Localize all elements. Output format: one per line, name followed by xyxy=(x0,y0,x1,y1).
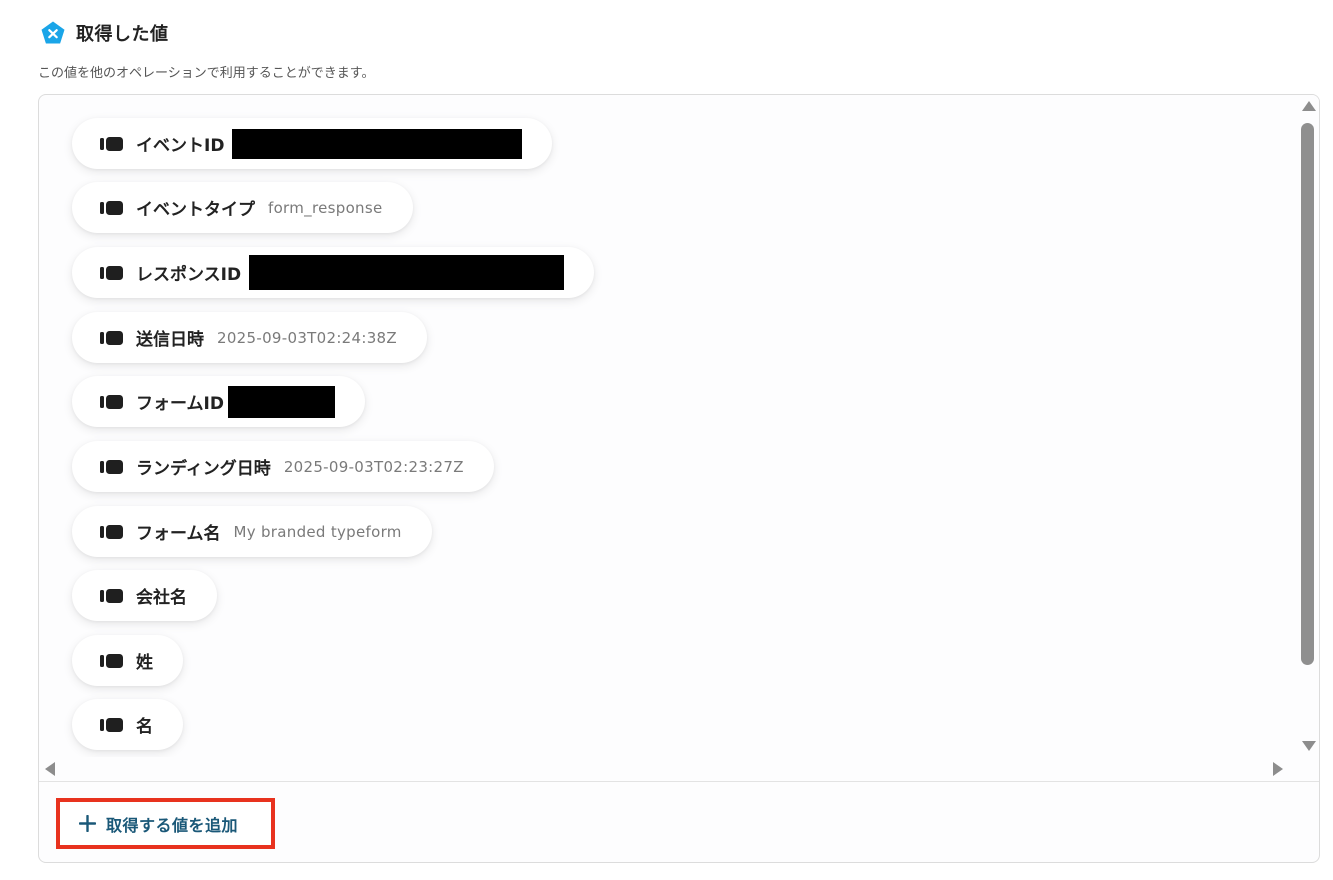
section-header: 取得した値 xyxy=(40,20,169,46)
value-pill-form-name[interactable]: フォーム名 My branded typeform xyxy=(72,506,432,557)
drag-handle-icon[interactable] xyxy=(100,459,124,475)
value-pill-response-id[interactable]: レスポンスID xyxy=(72,247,595,298)
pill-label: イベントタイプ xyxy=(136,200,255,220)
pill-value: 2025-09-03T02:23:27Z xyxy=(283,457,464,476)
scroll-right-arrow-icon[interactable] xyxy=(1273,762,1283,776)
value-pill-form-id[interactable]: フォームID xyxy=(72,376,365,427)
value-pill-company-name[interactable]: 会社名 xyxy=(72,570,217,621)
value-pill-last-name[interactable]: 姓 xyxy=(72,635,183,686)
pill-label: レスポンスID xyxy=(136,265,242,285)
pill-label: フォームID xyxy=(136,394,224,414)
values-list: イベントID イベントタイプ form_response レスポンスID 送信日… xyxy=(39,95,1297,757)
scroll-up-arrow-icon[interactable] xyxy=(1302,101,1316,111)
value-pill-submitted-at[interactable]: 送信日時 2025-09-03T02:24:38Z xyxy=(72,312,427,363)
pill-value: form_response xyxy=(268,198,383,217)
redacted-value xyxy=(227,385,335,418)
add-value-button[interactable]: 取得する値を追加 xyxy=(56,798,275,849)
drag-handle-icon[interactable] xyxy=(100,200,124,216)
scroll-down-arrow-icon[interactable] xyxy=(1302,741,1316,751)
scroll-left-arrow-icon[interactable] xyxy=(45,762,55,776)
pill-label: 会社名 xyxy=(136,588,187,608)
footer-divider xyxy=(39,781,1319,782)
brand-icon xyxy=(41,21,65,44)
drag-handle-icon[interactable] xyxy=(100,717,124,733)
redacted-value xyxy=(232,128,523,159)
drag-handle-icon[interactable] xyxy=(100,136,124,152)
pill-label: 名 xyxy=(136,717,153,737)
vertical-scrollbar[interactable] xyxy=(1297,95,1319,757)
value-pill-first-name[interactable]: 名 xyxy=(72,699,183,750)
section-description: この値を他のオペレーションで利用することができます。 xyxy=(38,66,375,81)
add-value-button-label: 取得する値を追加 xyxy=(106,815,239,835)
plus-icon xyxy=(79,815,96,832)
redacted-value xyxy=(249,255,565,290)
pill-label: イベントID xyxy=(136,136,225,156)
pill-value: 2025-09-03T02:24:38Z xyxy=(217,328,397,347)
value-pill-event-id[interactable]: イベントID xyxy=(72,118,553,169)
section-title: 取得した値 xyxy=(76,24,169,45)
drag-handle-icon[interactable] xyxy=(100,653,124,669)
value-pill-event-type[interactable]: イベントタイプ form_response xyxy=(72,182,413,233)
drag-handle-icon[interactable] xyxy=(100,524,124,540)
pill-label: 送信日時 xyxy=(136,330,204,350)
values-panel: イベントID イベントタイプ form_response レスポンスID 送信日… xyxy=(38,94,1320,863)
pill-value: My branded typeform xyxy=(233,522,402,541)
drag-handle-icon[interactable] xyxy=(100,394,124,410)
pill-label: フォーム名 xyxy=(136,524,221,544)
horizontal-scrollbar[interactable] xyxy=(39,757,1297,779)
value-pill-landed-at[interactable]: ランディング日時 2025-09-03T02:23:27Z xyxy=(72,441,494,492)
drag-handle-icon[interactable] xyxy=(100,330,124,346)
drag-handle-icon[interactable] xyxy=(100,588,124,604)
pill-label: 姓 xyxy=(136,653,153,673)
pill-label: ランディング日時 xyxy=(136,459,271,479)
drag-handle-icon[interactable] xyxy=(100,265,124,281)
vertical-scroll-thumb[interactable] xyxy=(1301,123,1314,665)
